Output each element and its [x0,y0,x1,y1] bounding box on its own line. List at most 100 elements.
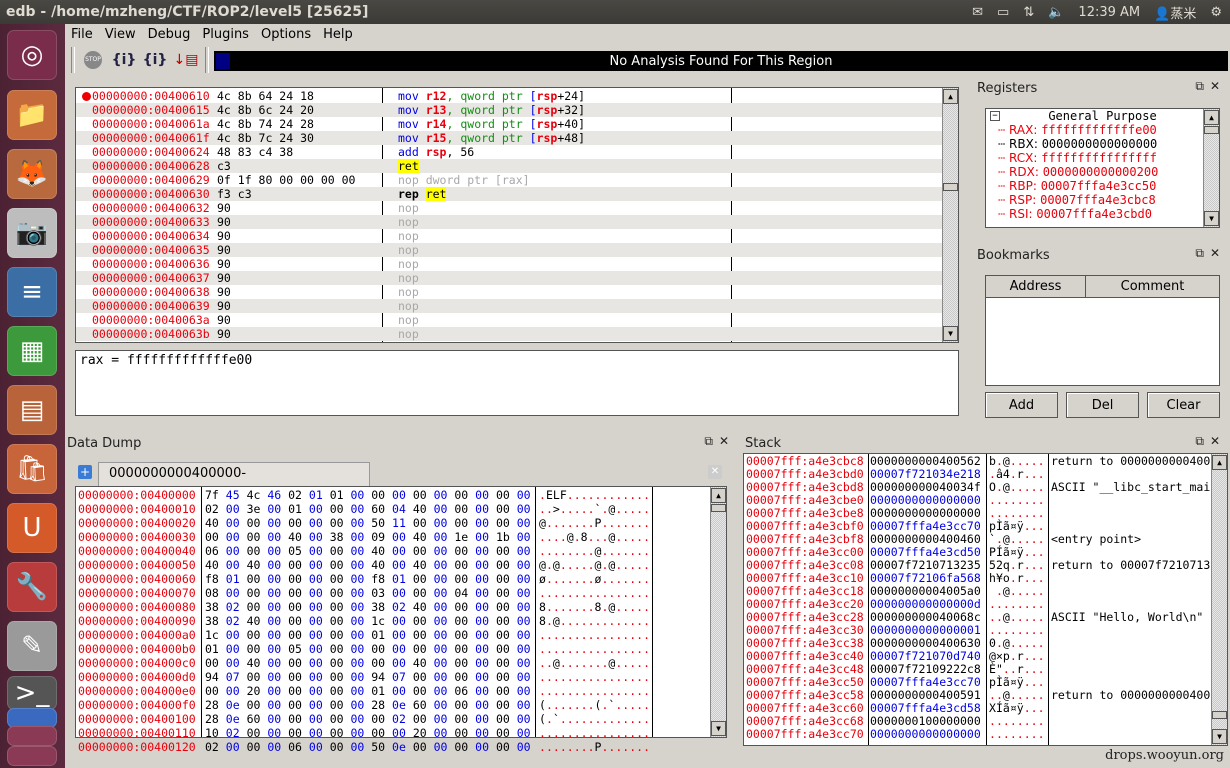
disasm-row[interactable]: 00000000:00400630 f3 c3 rep ret [76,187,942,201]
software-center-icon[interactable]: 🛍 [7,444,57,494]
dump-row[interactable]: 00000000:004000f0 28 0e 00 00 00 00 00 00… [78,698,718,712]
breakpoint-icon[interactable] [82,92,91,101]
dump-row[interactable]: 00000000:00400090 38 02 40 00 00 00 00 00… [78,614,718,628]
menu-debug[interactable]: Debug [142,27,197,42]
float-icon[interactable]: ⧉ [704,434,719,448]
ubuntu-one-icon[interactable]: U [7,503,57,553]
close-icon[interactable]: ✕ [1210,79,1226,93]
dump-row[interactable]: 00000000:00400000 7f 45 4c 46 02 01 01 00… [78,488,718,502]
trash-icon[interactable] [7,746,57,766]
menu-options[interactable]: Options [255,27,317,42]
float-icon[interactable]: ⧉ [1195,79,1210,93]
disassembly-view[interactable]: 00000000:00400610 4c 8b 64 24 18 mov r12, … [75,87,959,343]
disasm-row[interactable]: 00000000:00400624 48 83 c4 38 add rsp, 56 [76,145,942,159]
step-into-button[interactable]: {i} [111,47,137,73]
dump-row[interactable]: 00000000:00400030 00 00 00 00 40 00 38 00… [78,530,718,544]
stack-scrollbar[interactable]: ▲ ▼ [1211,454,1227,745]
dump-row[interactable]: 00000000:00400040 06 00 00 00 05 00 00 00… [78,544,718,558]
float-icon[interactable]: ⧉ [1195,246,1210,260]
scroll-up-button[interactable]: ▲ [1204,110,1219,125]
dump-row[interactable]: 00000000:00400050 40 00 40 00 00 00 00 00… [78,558,718,572]
disasm-row[interactable]: 00000000:00400634 90 nop [76,229,942,243]
disasm-row[interactable]: 00000000:0040061f 4c 8b 7c 24 30 mov r15, … [76,131,942,145]
dump-row[interactable]: 00000000:004000c0 00 00 40 00 00 00 00 00… [78,656,718,670]
workspace-icon[interactable] [7,708,57,728]
dump-row[interactable]: 00000000:00400020 40 00 00 00 00 00 00 00… [78,516,718,530]
power-gear-icon[interactable]: ⚙ [1210,5,1222,20]
disasm-row[interactable]: 00000000:00400615 4c 8b 6c 24 20 mov r13, … [76,103,942,117]
toolbar-grip-2[interactable] [205,47,209,73]
collapse-icon[interactable]: − [990,111,1000,121]
scroll-thumb[interactable] [943,183,958,191]
dump-row[interactable]: 00000000:004000a0 1c 00 00 00 00 00 00 00… [78,628,718,642]
network-icon[interactable]: ⇅ [1023,5,1034,20]
stack-view[interactable]: 00007fff:a4e3cbc8 0000000000400562 b.@....… [743,453,1228,746]
dump-scrollbar[interactable]: ▲ ▼ [710,487,726,737]
scroll-up-button[interactable]: ▲ [711,488,726,503]
disasm-row[interactable]: 00000000:00400629 0f 1f 80 00 00 00 00 nop… [76,173,942,187]
register-row[interactable]: ┄ RCX: ffffffffffffffff [986,151,1219,165]
disasm-row[interactable]: 00000000:00400610 4c 8b 64 24 18 mov r12, … [76,89,942,103]
terminal-icon[interactable]: >_ [7,676,57,710]
menu-view[interactable]: View [99,27,142,42]
stop-button[interactable]: STOP [80,47,106,73]
text-editor-icon[interactable]: ✎ [7,621,57,671]
dump-row[interactable]: 00000000:00400060 f8 01 00 00 00 00 00 00… [78,572,718,586]
battery-icon[interactable]: ▭ [997,5,1009,20]
add-tab-icon[interactable]: + [78,465,92,479]
scroll-down-button[interactable]: ▼ [1204,211,1219,226]
disasm-row[interactable]: 00000000:0040063a 90 nop [76,313,942,327]
register-row[interactable]: ┄ RAX: fffffffffffffe00 [986,123,1219,137]
menu-help[interactable]: Help [317,27,359,42]
clear-bookmarks-button[interactable]: Clear [1147,392,1220,418]
ubuntu-dash-icon[interactable]: ◎ [7,30,57,80]
menu-plugins[interactable]: Plugins [196,27,255,42]
files-icon[interactable]: 📁 [7,90,57,140]
disasm-row[interactable]: 00000000:00400637 90 nop [76,271,942,285]
disasm-row[interactable]: 00000000:00400636 90 nop [76,257,942,271]
close-icon[interactable]: ✕ [1210,434,1226,448]
disasm-scrollbar[interactable]: ▲ ▼ [942,88,958,342]
scroll-up-button[interactable]: ▲ [943,89,958,104]
registers-tree[interactable]: − General Purpose ┄ RAX: fffffffffffffe0… [985,108,1220,228]
dump-row[interactable]: 00000000:00400080 38 02 00 00 00 00 00 00… [78,600,718,614]
writer-icon[interactable]: ≡ [7,267,57,317]
float-icon[interactable]: ⧉ [1195,434,1210,448]
registers-scrollbar[interactable]: ▲ ▼ [1203,109,1219,227]
disasm-row[interactable]: 00000000:00400633 90 nop [76,215,942,229]
close-icon[interactable]: ✕ [1210,246,1226,260]
scroll-thumb[interactable] [1204,126,1219,134]
disasm-row[interactable]: 00000000:00400632 90 nop [76,201,942,215]
scroll-down-button[interactable]: ▼ [1212,729,1227,744]
register-row[interactable]: ┄ RDX: 0000000000000200 [986,165,1219,179]
register-group-header[interactable]: − General Purpose [986,109,1219,123]
mail-icon[interactable]: ✉ [972,5,983,20]
register-row[interactable]: ┄ RBP: 00007fffa4e3cc50 [986,179,1219,193]
data-dump-view[interactable]: 00000000:00400000 7f 45 4c 46 02 01 01 00… [75,486,727,754]
delete-bookmark-button[interactable]: Del [1066,392,1139,418]
scroll-down-button[interactable]: ▼ [943,326,958,341]
scroll-up-button[interactable]: ▲ [1212,455,1227,470]
column-comment[interactable]: Comment [1086,276,1219,297]
disasm-row[interactable]: 00000000:0040061a 4c 8b 74 24 28 mov r14, … [76,117,942,131]
impress-icon[interactable]: ▤ [7,385,57,435]
disasm-row[interactable]: 00000000:00400638 90 nop [76,285,942,299]
camera-icon[interactable]: 📷 [7,208,57,258]
menu-file[interactable]: File [65,27,99,42]
user-icon[interactable]: 👤蒸米 [1154,3,1196,22]
system-settings-icon[interactable]: 🔧 [7,562,57,612]
calc-icon[interactable]: ▦ [7,326,57,376]
firefox-icon[interactable]: 🦊 [7,149,57,199]
dvd-icon[interactable] [7,726,57,746]
disasm-row[interactable]: 00000000:00400639 90 nop [76,299,942,313]
close-icon[interactable]: ✕ [719,434,735,448]
dump-row[interactable]: 00000000:00400120 02 00 00 00 06 00 00 00… [78,740,718,754]
clock[interactable]: 12:39 AM [1078,5,1140,20]
dump-row[interactable]: 00000000:00400010 02 00 3e 00 01 00 00 00… [78,502,718,516]
dump-row[interactable]: 00000000:004000e0 00 00 20 00 00 00 00 00… [78,684,718,698]
dump-row[interactable]: 00000000:004000b0 01 00 00 00 05 00 00 00… [78,642,718,656]
toolbar-grip[interactable] [71,47,75,73]
bookmarks-table[interactable]: Address Comment [985,275,1220,386]
volume-icon[interactable]: 🔈 [1048,5,1064,20]
close-tab-icon[interactable]: ✕ [708,465,722,479]
